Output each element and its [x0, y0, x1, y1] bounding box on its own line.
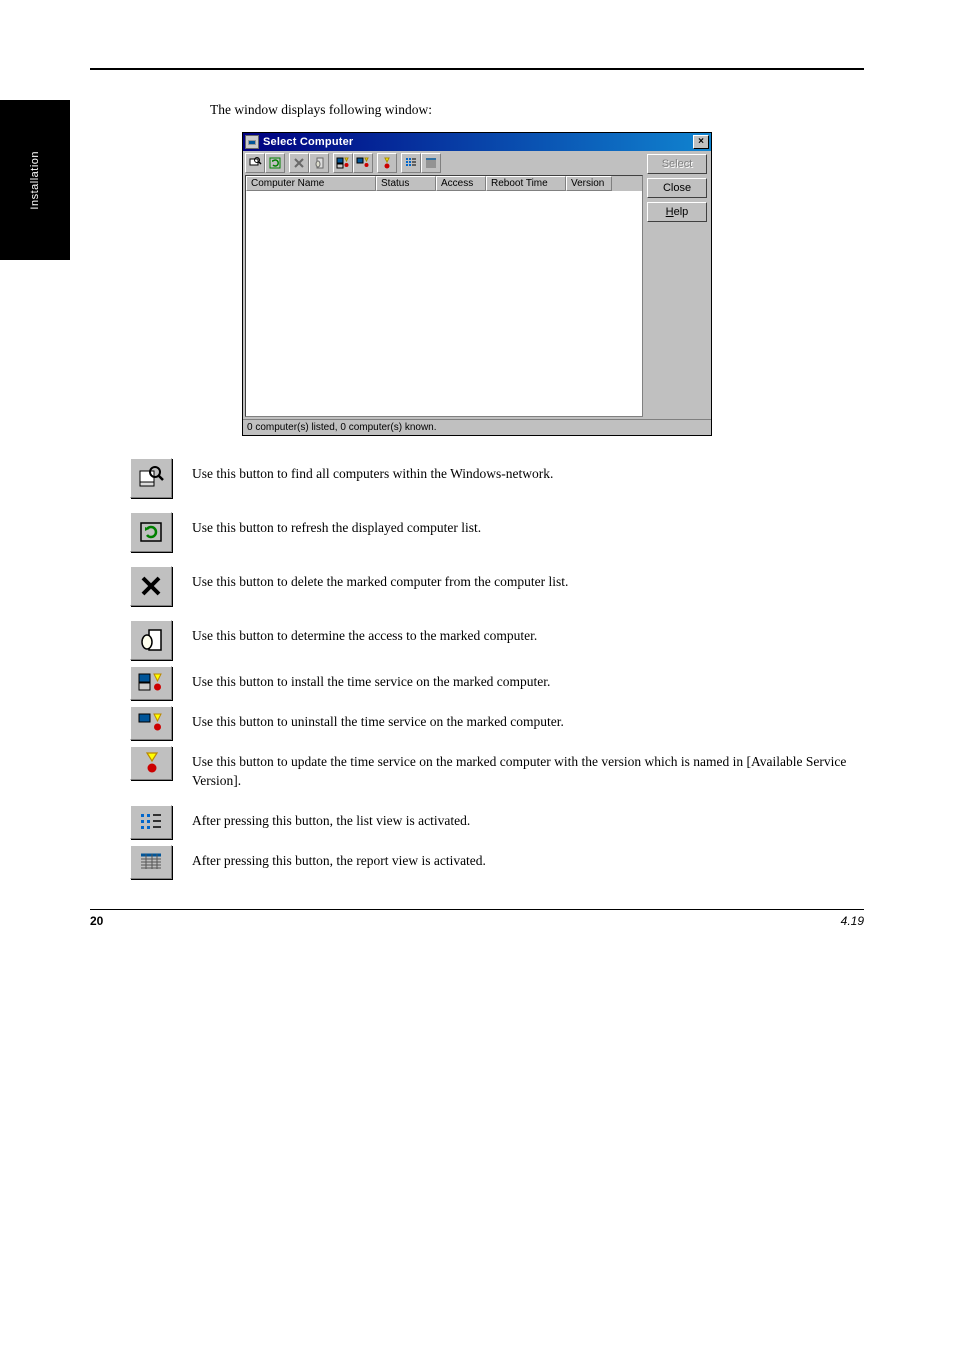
computer-list[interactable]: Computer Name Status Access Reboot Time …	[245, 175, 643, 417]
legend-delete-text: Use this button to delete the marked com…	[192, 566, 854, 592]
column-status[interactable]: Status	[376, 176, 436, 191]
toolbar-list-view-button[interactable]	[401, 153, 421, 173]
select-computer-window: Select Computer ×	[242, 132, 712, 436]
app-icon	[245, 135, 259, 149]
details-view-icon	[130, 845, 172, 879]
icon-legend: Use this button to find all computers wi…	[130, 458, 854, 879]
legend-update-text: Use this button to update the time servi…	[192, 746, 854, 791]
toolbar-find-button[interactable]	[245, 153, 265, 173]
column-computer-name[interactable]: Computer Name	[246, 176, 376, 191]
refresh-icon	[130, 512, 172, 552]
legend-access-text: Use this button to determine the access …	[192, 620, 854, 646]
update-icon	[130, 746, 172, 780]
legend-install-text: Use this button to install the time serv…	[192, 666, 854, 692]
close-icon[interactable]: ×	[693, 135, 709, 149]
toolbar-details-view-button[interactable]	[421, 153, 441, 173]
install-icon	[130, 666, 172, 700]
page-footer: 20 4.19	[90, 909, 864, 928]
select-button[interactable]: Select	[647, 154, 707, 174]
list-body	[246, 191, 642, 416]
toolbar-delete-button[interactable]	[289, 153, 309, 173]
list-header: Computer Name Status Access Reboot Time …	[246, 176, 642, 191]
window-title: Select Computer	[263, 136, 693, 148]
titlebar: Select Computer ×	[243, 133, 711, 151]
column-version[interactable]: Version	[566, 176, 612, 191]
side-tab-label: Installation	[29, 151, 41, 210]
column-reboot-time[interactable]: Reboot Time	[486, 176, 566, 191]
status-bar: 0 computer(s) listed, 0 computer(s) know…	[243, 419, 711, 435]
legend-find-text: Use this button to find all computers wi…	[192, 458, 854, 484]
toolbar-install-button[interactable]	[333, 153, 353, 173]
legend-uninstall-text: Use this button to uninstall the time se…	[192, 706, 854, 732]
toolbar-update-button[interactable]	[377, 153, 397, 173]
help-button[interactable]: Help	[647, 202, 707, 222]
toolbar-access-button[interactable]	[309, 153, 329, 173]
delete-icon	[130, 566, 172, 606]
legend-details-text: After pressing this button, the report v…	[192, 845, 854, 871]
doc-version: 4.19	[841, 914, 864, 928]
column-access[interactable]: Access	[436, 176, 486, 191]
toolbar-refresh-button[interactable]	[265, 153, 285, 173]
find-icon	[130, 458, 172, 498]
uninstall-icon	[130, 706, 172, 740]
close-button[interactable]: Close	[647, 178, 707, 198]
intro-text: The window displays following window:	[210, 100, 864, 120]
access-icon	[130, 620, 172, 660]
toolbar	[245, 153, 643, 173]
list-view-icon	[130, 805, 172, 839]
legend-list-text: After pressing this button, the list vie…	[192, 805, 854, 831]
legend-refresh-text: Use this button to refresh the displayed…	[192, 512, 854, 538]
page-number: 20	[90, 914, 103, 928]
toolbar-uninstall-button[interactable]	[353, 153, 373, 173]
side-tab: Installation	[0, 100, 70, 260]
